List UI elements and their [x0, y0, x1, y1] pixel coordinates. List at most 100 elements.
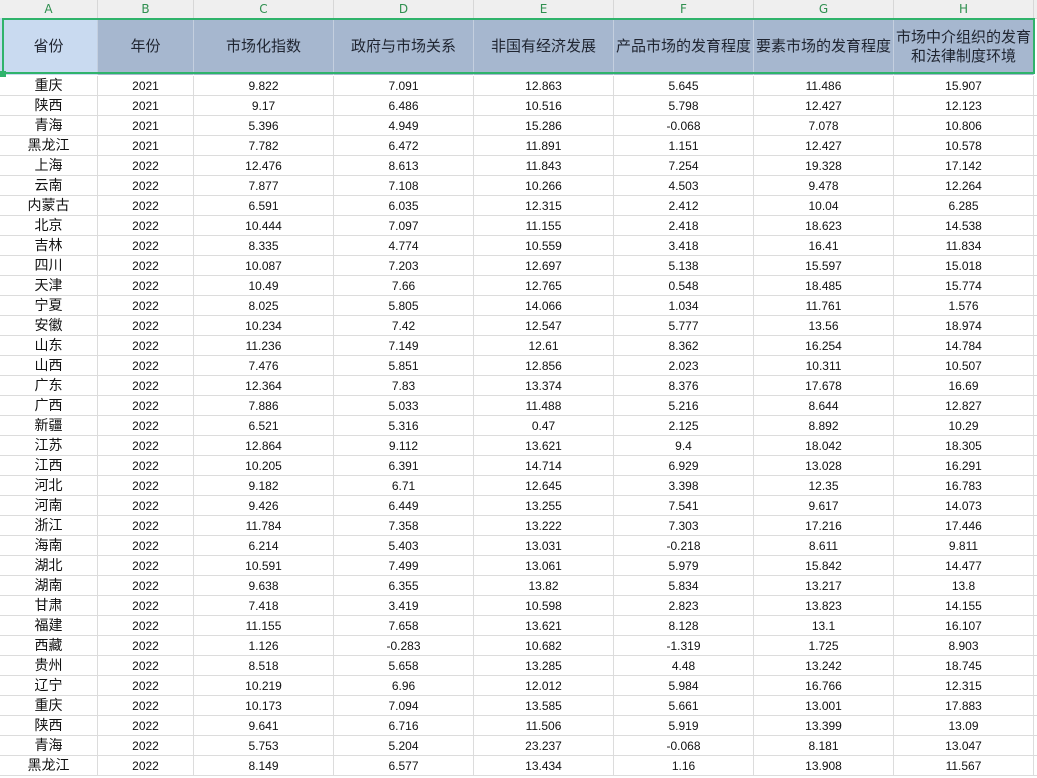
cell-A[interactable]: 辽宁 [0, 676, 98, 696]
cell-D[interactable]: 7.108 [334, 176, 474, 196]
cell-G[interactable]: 15.597 [754, 256, 894, 276]
cell-B[interactable]: 2022 [98, 476, 194, 496]
cell-E[interactable]: 14.714 [474, 456, 614, 476]
cell-F[interactable]: 4.48 [614, 656, 754, 676]
cell-G[interactable]: 9.478 [754, 176, 894, 196]
cell-D[interactable]: 8.613 [334, 156, 474, 176]
cell-F[interactable]: 5.216 [614, 396, 754, 416]
cell-D[interactable]: 6.577 [334, 756, 474, 776]
cell-A[interactable]: 天津 [0, 276, 98, 296]
cell-C[interactable]: 5.396 [194, 116, 334, 136]
cell-D[interactable]: 7.358 [334, 516, 474, 536]
cell-G[interactable]: 8.644 [754, 396, 894, 416]
cell-E[interactable]: 12.315 [474, 196, 614, 216]
cell-G[interactable]: 13.242 [754, 656, 894, 676]
cell-H[interactable]: 11.834 [894, 236, 1034, 256]
cell-C[interactable]: 11.155 [194, 616, 334, 636]
cell-E[interactable]: 13.374 [474, 376, 614, 396]
cell-B[interactable]: 2022 [98, 636, 194, 656]
cell-A[interactable]: 重庆 [0, 76, 98, 96]
column-letter-E[interactable]: E [474, 0, 614, 18]
cell-G[interactable]: 19.328 [754, 156, 894, 176]
cell-F[interactable]: 2.412 [614, 196, 754, 216]
cell-A[interactable]: 安徽 [0, 316, 98, 336]
cell-B[interactable]: 2022 [98, 556, 194, 576]
cell-G[interactable]: 10.04 [754, 196, 894, 216]
cell-D[interactable]: 5.851 [334, 356, 474, 376]
cell-A[interactable]: 陕西 [0, 96, 98, 116]
cell-C[interactable]: 10.173 [194, 696, 334, 716]
cell-D[interactable]: 7.149 [334, 336, 474, 356]
cell-E[interactable]: 12.856 [474, 356, 614, 376]
header-cell-H[interactable]: 市场中介组织的发育 和法律制度环境 [894, 18, 1034, 75]
cell-A[interactable]: 浙江 [0, 516, 98, 536]
cell-B[interactable]: 2022 [98, 516, 194, 536]
cell-G[interactable]: 10.311 [754, 356, 894, 376]
cell-A[interactable]: 广西 [0, 396, 98, 416]
cell-G[interactable]: 18.042 [754, 436, 894, 456]
cell-C[interactable]: 6.591 [194, 196, 334, 216]
cell-C[interactable]: 9.17 [194, 96, 334, 116]
cell-A[interactable]: 湖南 [0, 576, 98, 596]
cell-H[interactable]: 16.783 [894, 476, 1034, 496]
cell-H[interactable]: 17.883 [894, 696, 1034, 716]
cell-F[interactable]: 8.376 [614, 376, 754, 396]
cell-D[interactable]: 6.71 [334, 476, 474, 496]
cell-H[interactable]: 10.578 [894, 136, 1034, 156]
cell-H[interactable]: 18.305 [894, 436, 1034, 456]
cell-H[interactable]: 13.8 [894, 576, 1034, 596]
cell-H[interactable]: 1.576 [894, 296, 1034, 316]
cell-D[interactable]: 4.949 [334, 116, 474, 136]
column-letter-D[interactable]: D [334, 0, 474, 18]
column-letter-C[interactable]: C [194, 0, 334, 18]
column-letter-A[interactable]: A [0, 0, 98, 18]
cell-E[interactable]: 13.621 [474, 616, 614, 636]
cell-D[interactable]: 6.486 [334, 96, 474, 116]
cell-E[interactable]: 11.506 [474, 716, 614, 736]
cell-F[interactable]: 7.303 [614, 516, 754, 536]
cell-F[interactable]: 8.362 [614, 336, 754, 356]
cell-A[interactable]: 甘肃 [0, 596, 98, 616]
cell-F[interactable]: 5.138 [614, 256, 754, 276]
cell-H[interactable]: 6.285 [894, 196, 1034, 216]
cell-G[interactable]: 8.892 [754, 416, 894, 436]
header-cell-F[interactable]: 产品市场的发育程度 [614, 18, 754, 75]
cell-H[interactable]: 12.264 [894, 176, 1034, 196]
cell-D[interactable]: 5.204 [334, 736, 474, 756]
cell-A[interactable]: 河北 [0, 476, 98, 496]
cell-F[interactable]: -0.218 [614, 536, 754, 556]
cell-D[interactable]: 5.403 [334, 536, 474, 556]
cell-E[interactable]: 13.031 [474, 536, 614, 556]
cell-C[interactable]: 7.782 [194, 136, 334, 156]
column-letter-H[interactable]: H [894, 0, 1034, 18]
cell-H[interactable]: 14.073 [894, 496, 1034, 516]
cell-B[interactable]: 2022 [98, 176, 194, 196]
cell-H[interactable]: 10.806 [894, 116, 1034, 136]
cell-D[interactable]: 7.66 [334, 276, 474, 296]
cell-B[interactable]: 2022 [98, 756, 194, 776]
cell-F[interactable]: 4.503 [614, 176, 754, 196]
cell-G[interactable]: 16.766 [754, 676, 894, 696]
column-letter-F[interactable]: F [614, 0, 754, 18]
cell-C[interactable]: 12.364 [194, 376, 334, 396]
cell-G[interactable]: 13.028 [754, 456, 894, 476]
cell-F[interactable]: -0.068 [614, 116, 754, 136]
cell-B[interactable]: 2021 [98, 136, 194, 156]
cell-A[interactable]: 陕西 [0, 716, 98, 736]
cell-H[interactable]: 18.745 [894, 656, 1034, 676]
cell-G[interactable]: 1.725 [754, 636, 894, 656]
cell-B[interactable]: 2022 [98, 296, 194, 316]
cell-G[interactable]: 15.842 [754, 556, 894, 576]
cell-C[interactable]: 8.025 [194, 296, 334, 316]
header-cell-B[interactable]: 年份 [98, 18, 194, 75]
cell-E[interactable]: 13.621 [474, 436, 614, 456]
cell-B[interactable]: 2022 [98, 196, 194, 216]
cell-B[interactable]: 2022 [98, 616, 194, 636]
cell-C[interactable]: 8.335 [194, 236, 334, 256]
cell-F[interactable]: 5.661 [614, 696, 754, 716]
cell-A[interactable]: 黑龙江 [0, 136, 98, 156]
cell-E[interactable]: 12.61 [474, 336, 614, 356]
cell-A[interactable]: 黑龙江 [0, 756, 98, 776]
cell-F[interactable]: 1.151 [614, 136, 754, 156]
cell-A[interactable]: 青海 [0, 736, 98, 756]
